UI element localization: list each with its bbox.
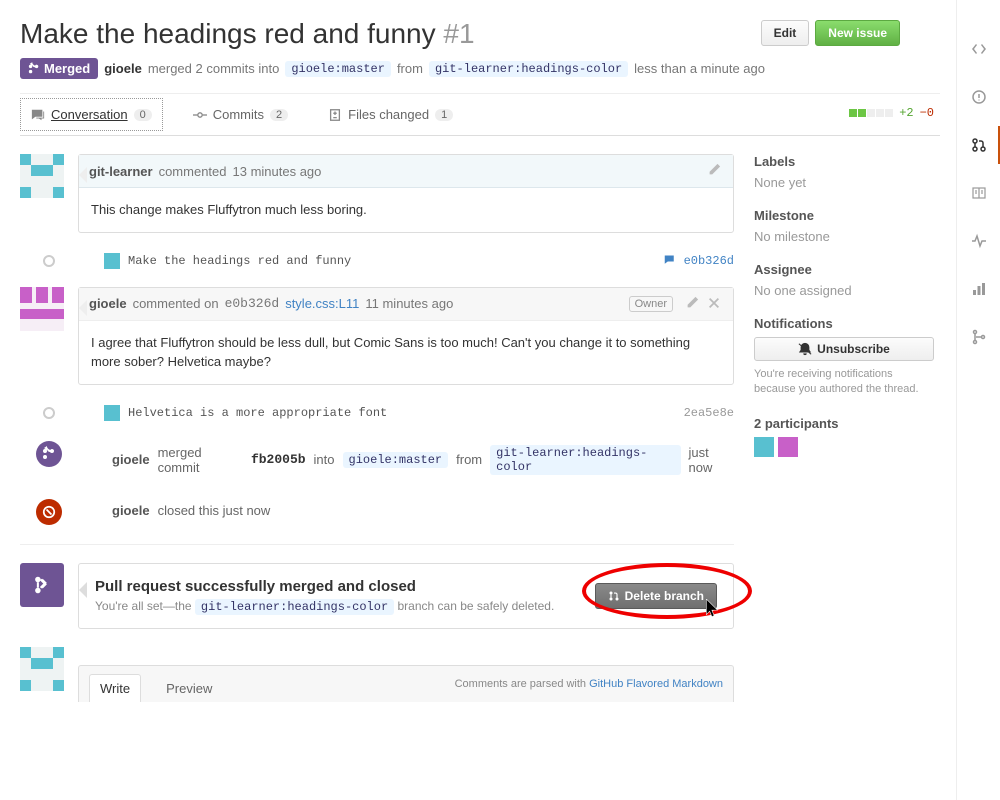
merge-icon xyxy=(36,441,62,467)
tab-preview[interactable]: Preview xyxy=(155,674,223,702)
merged-badge: Merged xyxy=(20,58,98,79)
pencil-icon[interactable] xyxy=(685,296,701,312)
notifications-help: You're receiving notifications because y… xyxy=(754,367,934,398)
state-line: Merged gioele merged 2 commits into gioe… xyxy=(20,58,940,79)
tab-conversation[interactable]: Conversation 0 xyxy=(20,98,163,131)
base-branch[interactable]: gioele:master xyxy=(285,61,391,77)
merged-headline: Pull request successfully merged and clo… xyxy=(95,578,595,595)
labels-title[interactable]: Labels xyxy=(754,154,934,169)
network-icon[interactable] xyxy=(970,328,988,346)
comment-icon xyxy=(31,108,45,122)
pulse-icon[interactable] xyxy=(970,232,988,250)
compose-tabs: Write Preview Comments are parsed with G… xyxy=(78,665,734,702)
tab-commits[interactable]: Commits 2 xyxy=(183,99,298,130)
pr-number: #1 xyxy=(443,18,474,49)
comment-header: gioele commented on e0b326d style.css:L1… xyxy=(79,288,733,321)
wiki-icon[interactable] xyxy=(970,184,988,202)
commit-sha[interactable]: e0b326d xyxy=(684,254,734,268)
new-issue-button[interactable]: New issue xyxy=(815,20,900,46)
merge-sha[interactable]: fb2005b xyxy=(251,452,306,467)
closed-icon xyxy=(36,499,62,525)
event-user[interactable]: gioele xyxy=(112,503,150,518)
merged-status-box: Pull request successfully merged and clo… xyxy=(78,563,734,629)
milestone-value: No milestone xyxy=(754,229,934,244)
avatar[interactable] xyxy=(20,154,64,198)
base-branch[interactable]: gioele:master xyxy=(343,452,449,468)
file-line-link[interactable]: style.css:L11 xyxy=(285,296,359,311)
commit-message: Make the headings red and funny xyxy=(128,254,351,268)
pr-author[interactable]: gioele xyxy=(104,61,142,76)
commit-icon xyxy=(193,108,207,122)
assignee-value: No one assigned xyxy=(754,283,934,298)
head-branch[interactable]: git-learner:headings-color xyxy=(429,61,628,77)
avatar[interactable] xyxy=(20,647,64,691)
edit-button[interactable]: Edit xyxy=(761,20,810,46)
issues-icon[interactable] xyxy=(970,88,988,106)
close-icon[interactable] xyxy=(707,296,723,312)
commit-row[interactable]: Make the headings red and funny e0b326d xyxy=(78,247,734,275)
pr-tabs: Conversation 0 Commits 2 Files changed 1… xyxy=(20,93,940,136)
avatar[interactable] xyxy=(20,287,64,331)
diffstat: +2 −0 xyxy=(849,106,934,120)
commit-sha[interactable]: 2ea5e8e xyxy=(684,406,734,420)
comment-body: I agree that Fluffytron should be less d… xyxy=(79,321,733,384)
diff-icon xyxy=(328,108,342,122)
notifications-title: Notifications xyxy=(754,316,934,331)
gfm-link[interactable]: GitHub Flavored Markdown xyxy=(589,678,723,690)
tab-files[interactable]: Files changed 1 xyxy=(318,99,463,130)
commit-message: Helvetica is a more appropriate font xyxy=(128,406,387,420)
avatar xyxy=(104,405,120,421)
event-user[interactable]: gioele xyxy=(112,452,150,467)
participant-avatar[interactable] xyxy=(778,437,798,457)
markdown-help: Comments are parsed with GitHub Flavored… xyxy=(455,678,723,690)
merged-badge-large xyxy=(20,563,64,607)
participants-title: 2 participants xyxy=(754,416,934,431)
labels-value: None yet xyxy=(754,175,934,190)
participant-avatar[interactable] xyxy=(754,437,774,457)
tab-write[interactable]: Write xyxy=(89,674,141,702)
commit-row[interactable]: Helvetica is a more appropriate font 2ea… xyxy=(78,399,734,427)
graphs-icon[interactable] xyxy=(970,280,988,298)
deleted-branch[interactable]: git-learner:headings-color xyxy=(195,599,394,615)
comment-body: This change makes Fluffytron much less b… xyxy=(79,188,733,232)
comment-author[interactable]: gioele xyxy=(89,296,127,311)
comment-author[interactable]: git-learner xyxy=(89,164,153,179)
avatar xyxy=(104,253,120,269)
pr-title: Make the headings red and funny xyxy=(20,18,436,49)
owner-badge: Owner xyxy=(629,296,673,312)
assignee-title[interactable]: Assignee xyxy=(754,262,934,277)
pull-request-icon[interactable] xyxy=(970,136,988,154)
head-branch[interactable]: git-learner:headings-color xyxy=(490,445,680,475)
milestone-title[interactable]: Milestone xyxy=(754,208,934,223)
delete-branch-button[interactable]: Delete branch xyxy=(595,583,717,609)
pencil-icon[interactable] xyxy=(707,163,723,179)
merge-event: gioele merged commit fb2005b into gioele… xyxy=(78,437,734,483)
close-event: gioele closed this just now xyxy=(78,495,734,526)
merged-description: You're all set—the git-learner:headings-… xyxy=(95,599,595,614)
code-icon[interactable] xyxy=(970,40,988,58)
comment-header: git-learner commented 13 minutes ago xyxy=(79,155,733,188)
unsubscribe-button[interactable]: Unsubscribe xyxy=(754,337,934,361)
